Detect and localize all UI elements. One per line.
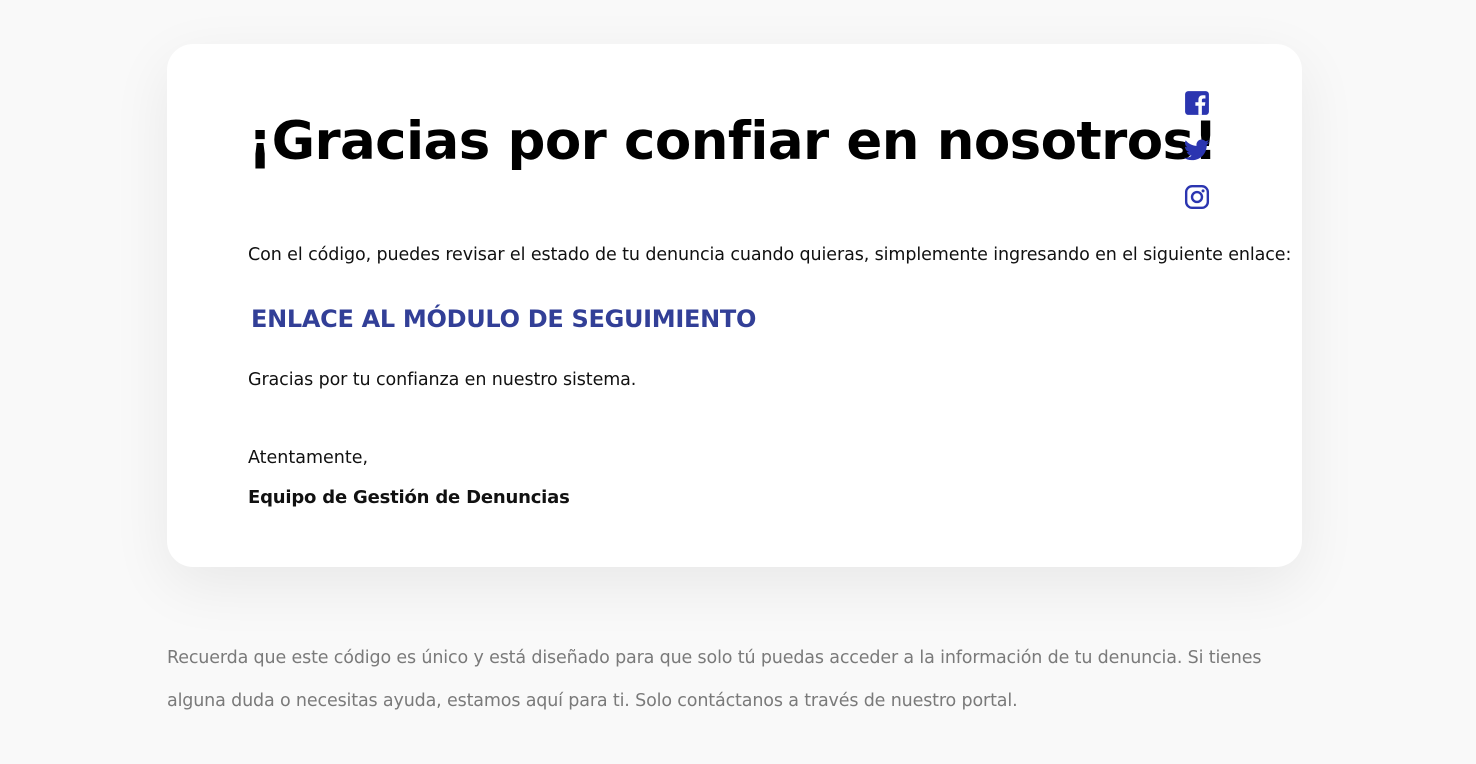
signature-text: Equipo de Gestión de Denuncias	[248, 487, 570, 508]
page-title: ¡Gracias por confiar en nosotros!	[248, 111, 1218, 172]
social-links	[1184, 90, 1210, 231]
twitter-icon[interactable]	[1184, 137, 1210, 163]
footer-note: Recuerda que este código es único y está…	[167, 648, 1262, 711]
closing-text: Atentamente,	[248, 448, 369, 468]
confirmation-card: ¡Gracias por confiar en nosotros! Con el…	[167, 44, 1302, 567]
thanks-text: Gracias por tu confianza en nuestro sist…	[248, 370, 637, 390]
tracking-module-link[interactable]: ENLACE AL MÓDULO DE SEGUIMIENTO	[251, 305, 756, 333]
intro-text: Con el código, puedes revisar el estado …	[248, 245, 1292, 265]
facebook-icon[interactable]	[1184, 90, 1210, 116]
instagram-icon[interactable]	[1184, 184, 1210, 210]
